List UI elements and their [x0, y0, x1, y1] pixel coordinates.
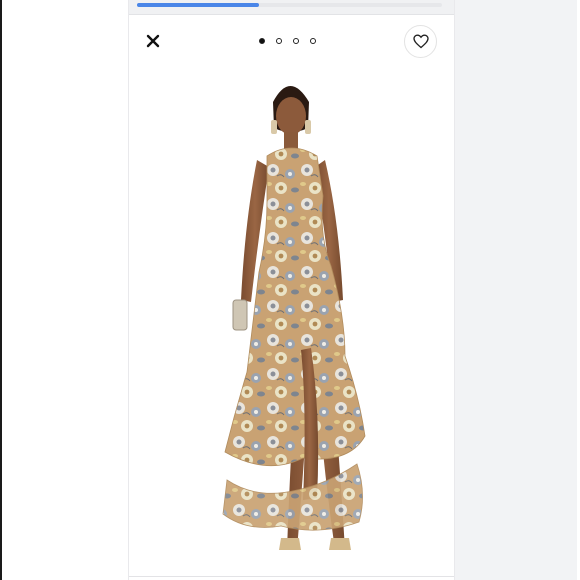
carousel-indicators — [259, 38, 316, 46]
clutch-bag — [232, 299, 248, 331]
product-photo — [222, 86, 366, 550]
carousel-dot[interactable] — [293, 38, 299, 44]
panel-bottom-divider — [129, 576, 454, 577]
close-button[interactable] — [143, 30, 163, 52]
earring-right — [305, 120, 311, 134]
favorite-button[interactable] — [404, 25, 437, 58]
loading-progress-fill — [137, 3, 259, 7]
top-bar — [129, 0, 454, 15]
earring-left — [271, 120, 277, 134]
model-face — [276, 97, 306, 135]
carousel-dot[interactable] — [276, 38, 282, 44]
close-icon — [146, 34, 160, 48]
carousel-dot[interactable] — [310, 38, 316, 44]
loading-progress-track — [137, 3, 442, 7]
heart-icon — [412, 34, 429, 49]
model-neck — [284, 132, 298, 150]
product-gallery-panel — [128, 0, 455, 580]
sandal-right — [329, 538, 351, 550]
carousel-dot[interactable] — [259, 38, 265, 44]
right-margin — [455, 0, 577, 580]
left-margin — [2, 0, 128, 580]
sandal-left — [279, 538, 301, 550]
